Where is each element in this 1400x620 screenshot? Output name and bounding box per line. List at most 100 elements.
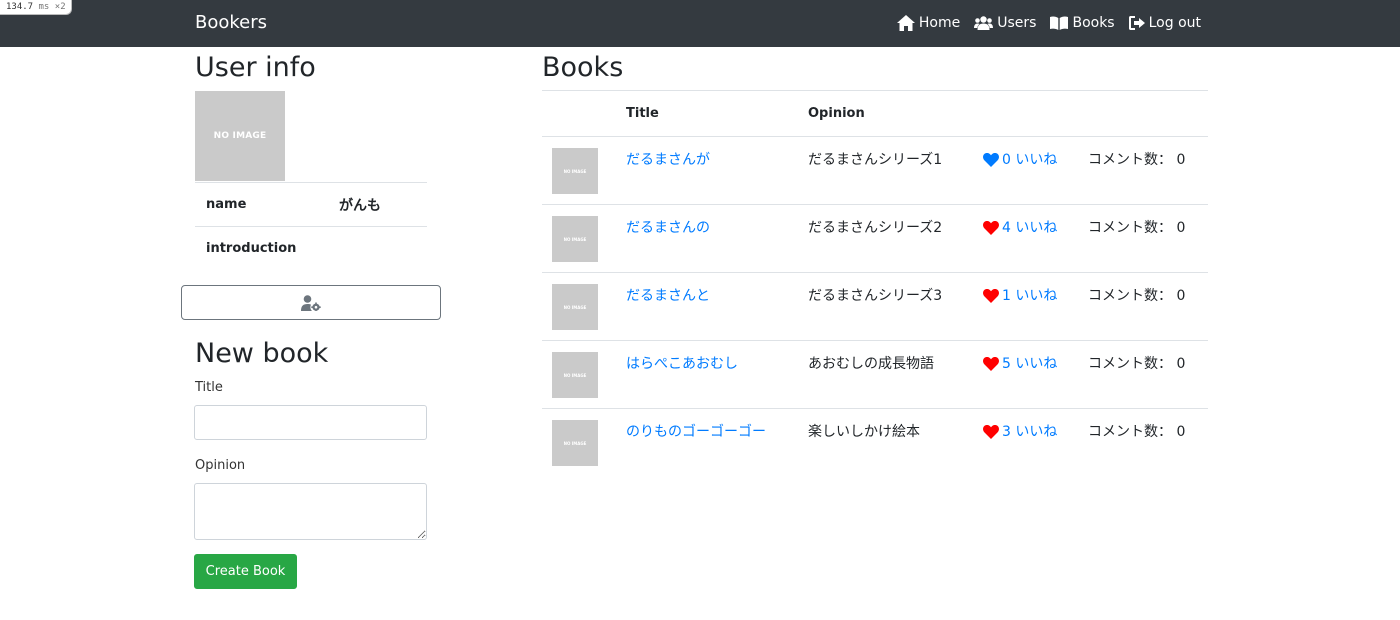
book-thumb-cell: NO IMAGE: [542, 204, 626, 273]
book-likes-cell: 4 いいね: [983, 204, 1088, 273]
book-title-cell: はらぺこあおむし: [626, 340, 808, 409]
book-title-link[interactable]: はらぺこあおむし: [626, 341, 808, 374]
header-likes: [983, 90, 1088, 137]
favorite-link[interactable]: 4 いいね: [983, 205, 1088, 238]
nav-users-label: Users: [997, 15, 1037, 31]
nav-home-label: Home: [918, 15, 961, 31]
book-thumb-text: NO IMAGE: [563, 304, 587, 310]
book-title-link[interactable]: だるまさんの: [626, 205, 808, 238]
perf-value: 134.7: [6, 2, 34, 12]
home-icon: [896, 15, 915, 31]
likes-count: 4 いいね: [1002, 220, 1058, 236]
book-likes-cell: 3 いいね: [983, 408, 1088, 477]
nav-home[interactable]: Home: [896, 13, 961, 33]
favorite-link[interactable]: 5 いいね: [983, 341, 1088, 374]
likes-count: 1 いいね: [1002, 288, 1058, 304]
nav-books[interactable]: Books: [1050, 13, 1115, 33]
book-title-link[interactable]: だるまさんが: [626, 137, 808, 170]
comment-count: コメント数： 0: [1088, 356, 1186, 372]
book-comments-cell: コメント数： 0: [1088, 408, 1208, 477]
user-name-row: name がんも: [195, 182, 427, 227]
header-opinion: Opinion: [808, 90, 983, 137]
user-info-table: name がんも introduction: [195, 182, 427, 271]
user-cog-icon: [301, 294, 321, 311]
book-title-cell: のりものゴーゴーゴー: [626, 408, 808, 477]
navbar: Bookers Home Users Books Log out: [0, 0, 1400, 47]
books-title: Books: [542, 52, 624, 83]
books-table: Title Opinion NO IMAGE だるまさんが だるまさんシリーズ1…: [542, 90, 1208, 477]
book-opinion-cell: だるまさんシリーズ2: [808, 204, 983, 273]
book-comments-cell: コメント数： 0: [1088, 137, 1208, 205]
book-title-cell: だるまさんの: [626, 204, 808, 273]
likes-count: 0 いいね: [1002, 152, 1058, 168]
user-name-label: name: [195, 182, 339, 227]
new-book-title: New book: [195, 338, 329, 369]
book-title-label: Title: [195, 380, 223, 395]
book-opinion: だるまさんシリーズ1: [808, 152, 943, 168]
books-header-row: Title Opinion: [542, 90, 1208, 137]
perf-unit: ms: [38, 2, 50, 12]
favorite-link[interactable]: 1 いいね: [983, 273, 1088, 306]
user-name-value: がんも: [339, 182, 427, 227]
book-thumb-cell: NO IMAGE: [542, 272, 626, 341]
book-row: NO IMAGE だるまさんの だるまさんシリーズ2 4 いいね コメント数： …: [542, 204, 1208, 273]
book-thumb-cell: NO IMAGE: [542, 137, 626, 205]
book-title-input[interactable]: [194, 405, 427, 440]
book-opinion-cell: 楽しいしかけ絵本: [808, 408, 983, 477]
book-title-link[interactable]: だるまさんと: [626, 273, 808, 306]
edit-user-button[interactable]: [181, 285, 441, 320]
book-title-link[interactable]: のりものゴーゴーゴー: [626, 409, 808, 442]
book-thumb-cell: NO IMAGE: [542, 340, 626, 409]
book-opinion-cell: だるまさんシリーズ3: [808, 272, 983, 341]
book-title-cell: だるまさんが: [626, 137, 808, 205]
book-opinion-label: Opinion: [195, 458, 246, 473]
book-opinion-cell: あおむしの成長物語: [808, 340, 983, 409]
nav-logout[interactable]: Log out: [1128, 13, 1201, 33]
book-thumb[interactable]: NO IMAGE: [552, 352, 598, 398]
brand-link[interactable]: Bookers: [195, 12, 267, 34]
comment-count: コメント数： 0: [1088, 288, 1186, 304]
header-comments: [1088, 90, 1208, 137]
book-opinion-cell: だるまさんシリーズ1: [808, 137, 983, 205]
book-likes-cell: 5 いいね: [983, 340, 1088, 409]
book-comments-cell: コメント数： 0: [1088, 272, 1208, 341]
book-row: NO IMAGE だるまさんが だるまさんシリーズ1 0 いいね コメント数： …: [542, 137, 1208, 205]
book-row: NO IMAGE のりものゴーゴーゴー 楽しいしかけ絵本 3 いいね コメント数…: [542, 408, 1208, 477]
nav-users[interactable]: Users: [974, 13, 1036, 33]
favorite-link[interactable]: 0 いいね: [983, 137, 1088, 170]
nav-logout-label: Log out: [1148, 15, 1201, 31]
users-icon: [974, 16, 994, 30]
book-thumb-cell: NO IMAGE: [542, 408, 626, 477]
favorite-link[interactable]: 3 いいね: [983, 409, 1088, 442]
book-likes-cell: 0 いいね: [983, 137, 1088, 205]
user-avatar: NO IMAGE: [195, 91, 285, 181]
book-thumb[interactable]: NO IMAGE: [552, 284, 598, 330]
sign-out-icon: [1128, 16, 1145, 30]
book-opinion: 楽しいしかけ絵本: [808, 424, 920, 440]
book-thumb[interactable]: NO IMAGE: [552, 148, 598, 194]
book-comments-cell: コメント数： 0: [1088, 340, 1208, 409]
book-opinion: あおむしの成長物語: [808, 356, 934, 372]
user-info-title: User info: [195, 52, 316, 83]
book-row: NO IMAGE はらぺこあおむし あおむしの成長物語 5 いいね コメント数：…: [542, 340, 1208, 409]
comment-count: コメント数： 0: [1088, 424, 1186, 440]
heart-icon: [983, 221, 999, 235]
book-likes-cell: 1 いいね: [983, 272, 1088, 341]
books-body: NO IMAGE だるまさんが だるまさんシリーズ1 0 いいね コメント数： …: [542, 137, 1208, 477]
book-opinion-textarea[interactable]: [194, 483, 427, 540]
user-introduction-value: [339, 226, 427, 271]
book-thumb[interactable]: NO IMAGE: [552, 420, 598, 466]
comment-count: コメント数： 0: [1088, 152, 1186, 168]
user-introduction-label: introduction: [195, 226, 339, 271]
book-comments-cell: コメント数： 0: [1088, 204, 1208, 273]
header-image: [542, 90, 626, 137]
header-title: Title: [626, 90, 808, 137]
perf-badge: 134.7 ms ×2: [0, 0, 72, 15]
book-thumb[interactable]: NO IMAGE: [552, 216, 598, 262]
heart-icon: [983, 153, 999, 167]
create-book-button[interactable]: Create Book: [194, 554, 297, 589]
book-thumb-text: NO IMAGE: [563, 372, 587, 378]
book-thumb-text: NO IMAGE: [563, 236, 587, 242]
book-row: NO IMAGE だるまさんと だるまさんシリーズ3 1 いいね コメント数： …: [542, 272, 1208, 341]
nav-books-label: Books: [1072, 15, 1115, 31]
